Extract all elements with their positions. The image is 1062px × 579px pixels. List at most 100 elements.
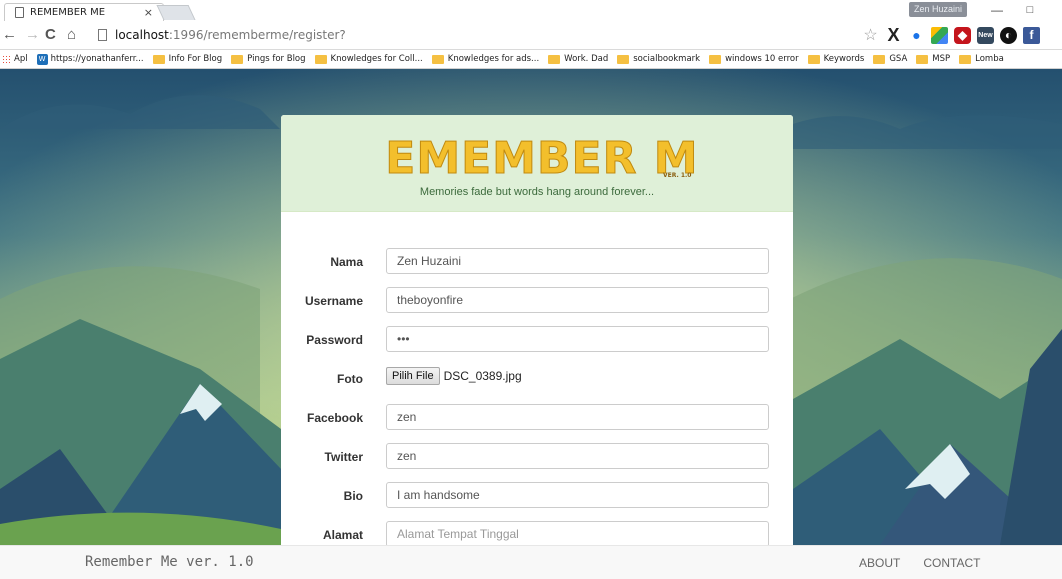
nama-input[interactable] xyxy=(386,248,769,274)
bookmarks-bar: Apl Whttps://yonathanferr... Info For Bl… xyxy=(0,50,1062,69)
tab-title: REMEMBER ME xyxy=(30,7,106,18)
facebook-icon[interactable]: f xyxy=(1023,26,1040,44)
facebook-label: Facebook xyxy=(306,411,363,425)
new-icon[interactable]: New xyxy=(977,26,994,44)
bookmark-apps[interactable]: Apl xyxy=(2,54,28,64)
password-label: Password xyxy=(306,333,363,347)
bookmark-label: Apl xyxy=(14,54,28,64)
bookmark-folder[interactable]: windows 10 error xyxy=(709,54,799,64)
bookmark-folder[interactable]: Knowledges for Coll... xyxy=(314,54,423,64)
drive-icon[interactable] xyxy=(931,26,948,44)
remember-me-logo: REMEMBER ME xyxy=(385,133,695,185)
bookmark-folder[interactable]: Pings for Blog xyxy=(231,54,306,64)
new-tab-button[interactable] xyxy=(156,5,196,20)
back-arrow-icon[interactable]: ← xyxy=(2,25,17,45)
bookmark-label: Knowledges for Coll... xyxy=(330,54,423,64)
footer-nav: ABOUT CONTACT xyxy=(859,556,980,570)
contact-link[interactable]: CONTACT xyxy=(923,556,980,570)
folder-icon xyxy=(959,54,972,64)
alamat-label: Alamat xyxy=(322,528,363,542)
bookmark-label: Pings for Blog xyxy=(247,54,306,64)
reload-icon[interactable]: C xyxy=(45,25,56,45)
folder-icon xyxy=(314,54,327,64)
card-header: REMEMBER ME VER. 1.0 Memories fade but w… xyxy=(281,115,793,212)
folder-icon xyxy=(807,54,820,64)
twitter-input[interactable] xyxy=(386,443,769,469)
foto-label: Foto xyxy=(337,372,363,386)
alamat-input[interactable] xyxy=(386,521,769,545)
url-path: :1996/rememberme/register? xyxy=(168,28,346,42)
folder-icon xyxy=(916,54,929,64)
twitter-label: Twitter xyxy=(324,450,363,464)
password-row: Password xyxy=(281,326,793,365)
username-label: Username xyxy=(304,294,363,308)
facebook-input[interactable] xyxy=(386,404,769,430)
tagline: Memories fade but words hang around fore… xyxy=(419,186,655,198)
page-icon xyxy=(15,7,24,18)
bookmark-label: windows 10 error xyxy=(725,54,799,64)
browser-toolbar: ← → C ⌂ localhost:1996/rememberme/regist… xyxy=(0,21,1062,50)
folder-icon xyxy=(617,54,630,64)
page-icon xyxy=(98,29,107,41)
tab-close-icon[interactable]: × xyxy=(144,6,153,19)
bookmark-label: Info For Blog xyxy=(168,54,223,64)
bookmark-folder[interactable]: Lomba xyxy=(959,54,1004,64)
foto-file-input: Pilih File DSC_0389.jpg xyxy=(386,367,522,385)
username-input[interactable] xyxy=(386,287,769,313)
password-input[interactable] xyxy=(386,326,769,352)
bookmark-folder[interactable]: MSP xyxy=(916,54,950,64)
browser-tabstrip: REMEMBER ME × Zen Huzaini — □ xyxy=(0,0,1062,21)
logo-text: REMEMBER ME xyxy=(385,133,695,184)
nama-row: Nama xyxy=(281,248,793,287)
logo-version: VER. 1.0 xyxy=(663,172,692,179)
url-host: localhost xyxy=(115,28,169,42)
footer-brand[interactable]: Remember Me ver. 1.0 xyxy=(85,554,254,570)
bookmark-label: Knowledges for ads... xyxy=(447,54,540,64)
about-link[interactable]: ABOUT xyxy=(859,556,900,570)
bio-row: Bio xyxy=(281,482,793,521)
bio-input[interactable] xyxy=(386,482,769,508)
minimize-button[interactable]: — xyxy=(985,1,1009,19)
bookmark-label: socialbookmark xyxy=(633,54,701,64)
ublock-icon[interactable]: ◆ xyxy=(954,26,971,44)
bookmark-label: Lomba xyxy=(975,54,1004,64)
alamat-row: Alamat xyxy=(281,521,793,545)
footer: Remember Me ver. 1.0 ABOUT CONTACT xyxy=(0,545,1062,579)
folder-icon xyxy=(548,54,561,64)
register-form: Nama Username Password Foto Pilih File D… xyxy=(281,212,793,545)
bookmark-label: MSP xyxy=(932,54,951,64)
maximize-button[interactable]: □ xyxy=(1018,1,1042,19)
bookmark-folder[interactable]: Info For Blog xyxy=(152,54,223,64)
bookmark-folder[interactable]: socialbookmark xyxy=(617,54,700,64)
bookmark-site[interactable]: Whttps://yonathanferr... xyxy=(36,53,144,65)
apps-icon xyxy=(2,54,11,64)
bookmark-label: GSA xyxy=(889,54,908,64)
star-icon[interactable]: ☆ xyxy=(862,27,879,44)
register-card: REMEMBER ME VER. 1.0 Memories fade but w… xyxy=(281,115,793,545)
bookmark-folder[interactable]: Knowledges for ads... xyxy=(431,54,540,64)
foto-row: Foto Pilih File DSC_0389.jpg xyxy=(281,365,793,404)
choose-file-button[interactable]: Pilih File xyxy=(386,367,440,385)
extension-bar: ☆ X ● ◆ New ◐ f xyxy=(862,25,1040,45)
x-icon[interactable]: X xyxy=(885,26,902,44)
browser-tab[interactable]: REMEMBER ME × xyxy=(4,3,164,21)
bookmark-label: https://yonathanferr... xyxy=(50,54,144,64)
folder-icon xyxy=(231,54,244,64)
username-row: Username xyxy=(281,287,793,326)
bookmark-folder[interactable]: Keywords xyxy=(807,54,864,64)
address-bar[interactable]: localhost:1996/rememberme/register? xyxy=(92,25,850,45)
twitter-row: Twitter xyxy=(281,443,793,482)
site-icon: W xyxy=(36,53,48,65)
bookmark-folder[interactable]: Work. Dad xyxy=(548,54,608,64)
person-icon[interactable]: ● xyxy=(908,26,925,44)
dark-circle-icon[interactable]: ◐ xyxy=(1000,26,1017,44)
facebook-row: Facebook xyxy=(281,404,793,443)
forward-arrow-icon[interactable]: → xyxy=(25,25,40,45)
file-name: DSC_0389.jpg xyxy=(443,369,522,383)
folder-icon xyxy=(152,54,165,64)
bookmark-folder[interactable]: GSA xyxy=(873,54,907,64)
home-icon[interactable]: ⌂ xyxy=(67,25,76,45)
window-user-badge[interactable]: Zen Huzaini xyxy=(909,2,968,17)
nama-label: Nama xyxy=(330,255,363,269)
bio-label: Bio xyxy=(343,489,363,503)
